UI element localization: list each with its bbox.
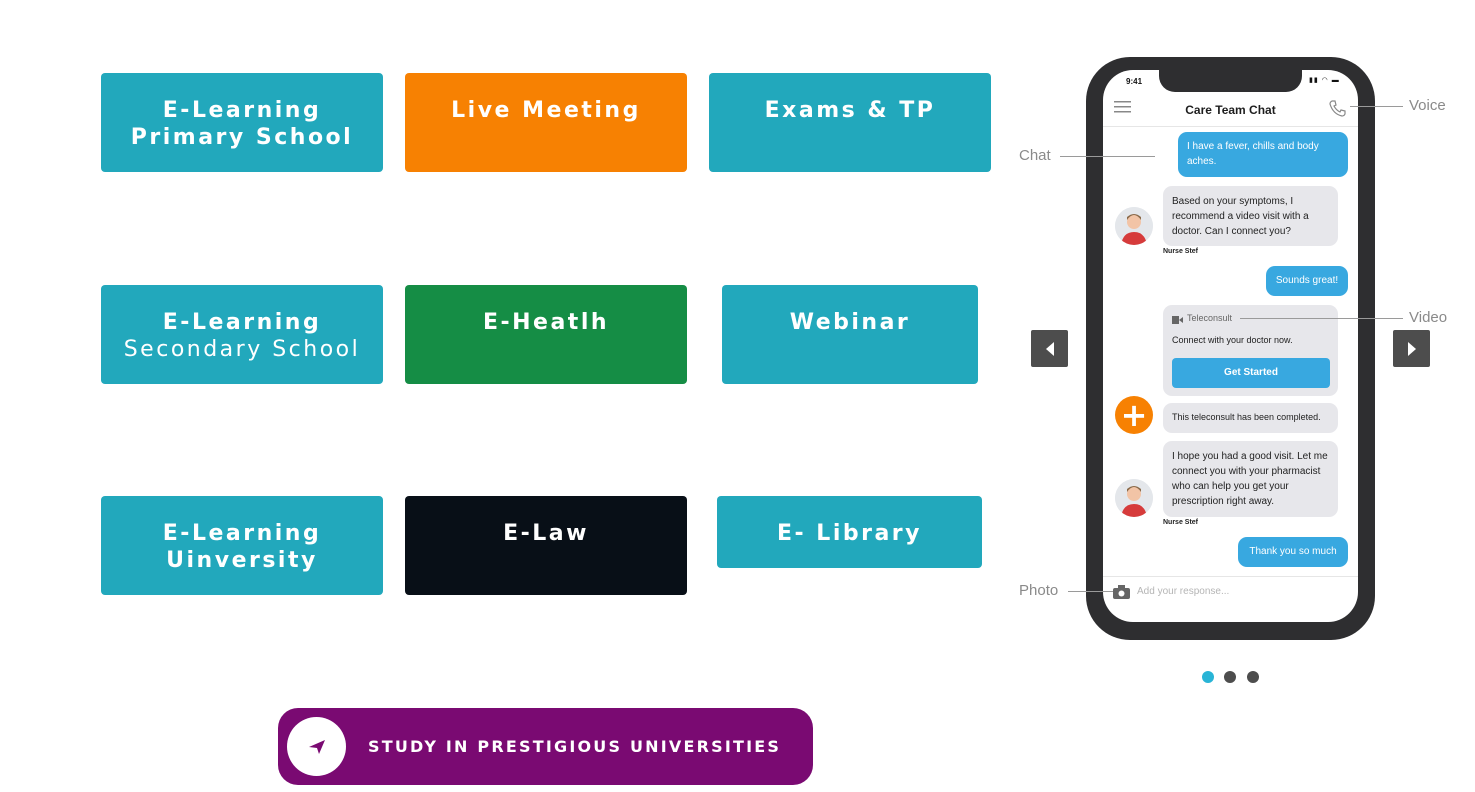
tile-e-library[interactable]: E- Library [717, 496, 982, 568]
message-incoming: This teleconsult has been completed. [1163, 403, 1338, 433]
tile-label-line1: E-Learning [162, 98, 322, 123]
message-composer[interactable]: Add your response... [1103, 576, 1358, 622]
callout-video-clip: Video [1409, 309, 1449, 327]
callout-line [1060, 156, 1155, 157]
carousel-prev-button[interactable] [1031, 330, 1068, 367]
chat-title: Care Team Chat [1185, 103, 1276, 117]
status-icons: ▮▮ ◠ ▬ [1309, 77, 1340, 84]
teleconsult-header: Teleconsult [1187, 313, 1233, 323]
chevron-right-icon [1407, 341, 1416, 356]
tile-exams-tp[interactable]: Exams & TP [709, 73, 991, 172]
carousel-dot-3[interactable] [1247, 671, 1259, 683]
tile-e-health[interactable]: E-Heatlh [405, 285, 687, 384]
phone-notch [1159, 70, 1302, 92]
tile-label-line1: E-Learning [162, 310, 322, 335]
tile-elearning-secondary-school[interactable]: E-Learning Secondary School [101, 285, 383, 384]
chat-header: Care Team Chat [1103, 98, 1358, 127]
tile-elearning-primary-school[interactable]: E-Learning Primary School [101, 73, 383, 172]
sender-name: Nurse Stef [1163, 519, 1199, 526]
tile-label: Exams & TP [764, 98, 936, 123]
nurse-avatar-icon [1115, 479, 1153, 517]
teleconsult-text: Connect with your doctor now. [1172, 335, 1293, 345]
message-outgoing: Sounds great! [1266, 266, 1348, 296]
tile-label: E-Heatlh [482, 310, 610, 335]
status-time: 9:41 [1126, 77, 1143, 86]
chevron-left-icon [1045, 341, 1054, 356]
paper-plane-icon [308, 739, 325, 754]
message-outgoing: I have a fever, chills and body aches. [1178, 132, 1348, 177]
sender-name: Nurse Stef [1163, 248, 1199, 255]
callout-video: Video [1409, 309, 1448, 326]
tile-label: Live Meeting [451, 98, 641, 123]
carousel-dot-1[interactable] [1202, 671, 1214, 683]
avatar [1115, 479, 1153, 517]
tile-label-line2: Uinversity [166, 548, 318, 573]
tile-live-meeting[interactable]: Live Meeting [405, 73, 687, 172]
carousel-next-button[interactable] [1393, 330, 1430, 367]
menu-icon [1114, 101, 1131, 113]
callout-line [1068, 591, 1113, 592]
callout-line [1350, 106, 1403, 107]
tile-label-line2: Secondary School [123, 337, 361, 362]
tile-label-line2: Primary School [130, 125, 354, 150]
callout-photo: Photo [1019, 582, 1059, 599]
callout-chat: Chat [1019, 147, 1051, 164]
message-incoming: I hope you had a good visit. Let me conn… [1163, 441, 1338, 517]
composer-placeholder: Add your response... [1137, 586, 1230, 597]
tile-label-line1: E-Learning [162, 521, 322, 546]
get-started-button[interactable]: Get Started [1172, 358, 1330, 388]
tile-label: Webinar [789, 310, 911, 335]
cta-label: STUDY IN PRESTIGIOUS UNIVERSITIES [368, 737, 782, 756]
cta-icon-circle [287, 717, 346, 776]
tile-webinar[interactable]: Webinar [722, 285, 978, 384]
tile-e-law[interactable]: E-Law [405, 496, 687, 595]
tile-elearning-university[interactable]: E-Learning Uinversity [101, 496, 383, 595]
study-universities-button[interactable]: STUDY IN PRESTIGIOUS UNIVERSITIES [278, 708, 813, 785]
nurse-avatar-icon [1115, 207, 1153, 245]
tile-label: E-Law [503, 521, 589, 546]
callout-line [1240, 318, 1403, 319]
avatar [1115, 207, 1153, 245]
phone-screen: 9:41 ▮▮ ◠ ▬ Care Team Chat I have a feve… [1103, 70, 1358, 622]
message-outgoing: Thank you so much [1238, 537, 1348, 567]
carousel-dot-2[interactable] [1224, 671, 1236, 683]
tile-label: E- Library [776, 521, 922, 546]
phone-call-icon [1329, 100, 1346, 117]
camera-icon[interactable] [1113, 585, 1130, 599]
plus-icon: + [1115, 396, 1153, 434]
message-incoming: Based on your symptoms, I recommend a vi… [1163, 186, 1338, 246]
video-camera-icon [1172, 316, 1183, 324]
callout-voice: Voice [1409, 97, 1446, 114]
